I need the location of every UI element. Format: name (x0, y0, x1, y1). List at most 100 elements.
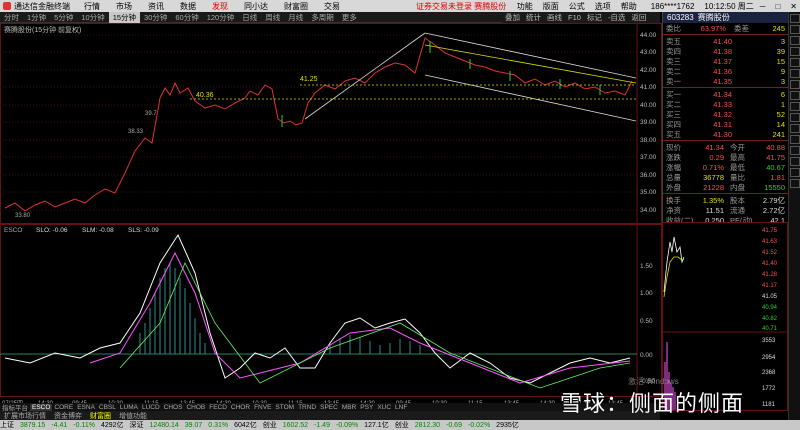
side-icon-9[interactable] (790, 102, 800, 111)
buy-row-4[interactable]: 买四 41.31 14 (663, 119, 788, 129)
period-15min[interactable]: 15分钟 (108, 11, 141, 23)
kline-chart[interactable]: 41.25 40.36 39.7 38.33 33.80 赛腾股份(15分钟 前… (0, 23, 662, 411)
menu-faxian[interactable]: 发现 (212, 1, 228, 12)
menu-caifuquan[interactable]: 财富圈 (284, 1, 308, 12)
side-icon-5[interactable] (790, 58, 800, 67)
tool-stats[interactable]: 统计 (523, 12, 544, 23)
buy-row-2[interactable]: 买二 41.33 1 (663, 99, 788, 109)
ind-tab-chob[interactable]: CHOB (184, 404, 207, 411)
svg-text:1181: 1181 (762, 402, 776, 408)
idx-sh-value: 3879.15 (20, 421, 46, 429)
ind-tab-xuc[interactable]: XUC (375, 404, 393, 411)
idx-cy-value: 1602.52 (282, 421, 309, 429)
menu-bangzhu[interactable]: 帮助 (621, 1, 637, 12)
status-bar: 上证 3879.15 -4.41 -0.11% 4292亿 深证 12480.1… (0, 420, 800, 430)
close-icon[interactable]: ✕ (790, 2, 797, 11)
ind-tab-chos[interactable]: CHOS (162, 404, 185, 411)
menu-jiaoyi[interactable]: 交易 (324, 1, 340, 12)
svg-text:2954: 2954 (762, 355, 776, 361)
intraday-mini-chart[interactable]: 41.75 41.63 41.52 41.40 41.28 41.17 41.05 40… (662, 222, 788, 411)
bottom-tab-ext[interactable]: 扩展市场行情 (0, 411, 50, 421)
menu-xuanxiang[interactable]: 选项 (595, 1, 611, 12)
sell-row-4[interactable]: 卖四 41.38 39 (663, 46, 788, 56)
login-status[interactable]: 证券交易未登录 赛腾股份 (416, 1, 506, 12)
tool-watchlist[interactable]: -自选 (605, 12, 629, 23)
label-40-36: 40.36 (196, 92, 214, 99)
period-day[interactable]: 日线 (238, 12, 261, 23)
period-1min[interactable]: 1分钟 (23, 12, 50, 23)
side-icon-6[interactable] (790, 69, 800, 78)
period-month[interactable]: 月线 (284, 12, 307, 23)
idx-cy2-chg: -0.69 (446, 421, 462, 429)
ind-tab-fnve[interactable]: FNVE (252, 404, 273, 411)
menu-banmian[interactable]: 版面 (543, 1, 559, 12)
period-120min[interactable]: 120分钟 (203, 12, 239, 23)
tool-overlay[interactable]: 叠加 (502, 12, 523, 23)
ind-tab-esna[interactable]: ESNA (75, 404, 97, 411)
side-icon-11[interactable] (790, 124, 800, 133)
side-icon-3[interactable] (790, 36, 800, 45)
sell-row-3[interactable]: 卖三 41.37 15 (663, 56, 788, 66)
bottom-tab-capital[interactable]: 资金博弈 (50, 411, 86, 421)
buy-row-1[interactable]: 买一 41.34 6 (663, 89, 788, 99)
sell-row-5[interactable]: 卖五 41.40 3 (663, 36, 788, 46)
sell-row-1[interactable]: 卖一 41.35 3 (663, 76, 788, 86)
ind-tab-trnd[interactable]: TRND (296, 404, 318, 411)
menu-hangqing[interactable]: 行情 (84, 1, 100, 12)
side-icon-7[interactable] (790, 80, 800, 89)
ind-tab-chor[interactable]: CHOR (229, 404, 252, 411)
menu-shuju[interactable]: 数据 (180, 1, 196, 12)
tool-f10[interactable]: F10 (565, 13, 584, 22)
svg-text:39.00: 39.00 (640, 119, 657, 126)
ind-tab-lnf[interactable]: LNF (393, 404, 409, 411)
ind-tab-spec[interactable]: SPEC (318, 404, 340, 411)
minimize-icon[interactable]: ─ (760, 2, 766, 11)
ind-tab-core[interactable]: CORE (52, 404, 75, 411)
bottom-tab-addon[interactable]: 增值功能 (115, 411, 151, 421)
side-icon-13[interactable] (790, 146, 800, 155)
side-icon-12[interactable] (790, 135, 800, 144)
side-icon-2[interactable] (790, 25, 800, 34)
period-60min[interactable]: 60分钟 (171, 12, 202, 23)
period-fenshi[interactable]: 分时 (0, 12, 23, 23)
side-icon-16[interactable] (790, 179, 800, 188)
side-icon-10[interactable] (790, 113, 800, 122)
period-more[interactable]: 更多 (338, 12, 361, 23)
ind-tab-psy[interactable]: PSY (358, 404, 375, 411)
side-icon-1[interactable] (790, 14, 800, 23)
ind-tab-mbr[interactable]: MBR (340, 404, 358, 411)
menu-gongshi[interactable]: 公式 (569, 1, 585, 12)
bottom-tab-wealth[interactable]: 财富圈 (86, 411, 115, 421)
idx-cy-chg: -1.49 (314, 421, 330, 429)
menu-zixun[interactable]: 资讯 (148, 1, 164, 12)
label-33-80: 33.80 (15, 213, 31, 219)
period-30min[interactable]: 30分钟 (140, 12, 171, 23)
tool-mark[interactable]: 标记 (584, 12, 605, 23)
ind-tab-cbsl[interactable]: CBSL (97, 404, 118, 411)
buy-row-3[interactable]: 买三 41.32 52 (663, 109, 788, 119)
ind-tab-fecd[interactable]: FECD (207, 404, 229, 411)
side-icon-14[interactable] (790, 157, 800, 166)
menu-gongneng[interactable]: 功能 (517, 1, 533, 12)
maximize-icon[interactable]: □ (775, 2, 780, 11)
sell-row-2[interactable]: 卖二 41.36 9 (663, 66, 788, 76)
idx-cy2-pct: -0.02% (467, 421, 491, 429)
menu-tongxiaoda[interactable]: 同小达 (244, 1, 268, 12)
side-icon-15[interactable] (790, 168, 800, 177)
svg-text:41.17: 41.17 (762, 283, 778, 289)
period-10min[interactable]: 10分钟 (77, 12, 108, 23)
period-5min[interactable]: 5分钟 (50, 12, 77, 23)
ind-tab-luma[interactable]: LUMA (118, 404, 140, 411)
ind-tab-lucd[interactable]: LUCD (140, 404, 162, 411)
svg-text:1772: 1772 (762, 386, 776, 392)
ind-tab-stom[interactable]: STOM (273, 404, 296, 411)
menu-shichang[interactable]: 市场 (116, 1, 132, 12)
period-multi[interactable]: 多周期 (307, 12, 338, 23)
ind-tab-esco[interactable]: ESCO (30, 403, 53, 411)
tool-draw[interactable]: 画线 (544, 12, 565, 23)
side-icon-8[interactable] (790, 91, 800, 100)
side-icon-4[interactable] (790, 47, 800, 56)
tool-back[interactable]: 返回 (628, 12, 649, 23)
period-week[interactable]: 周线 (261, 12, 284, 23)
buy-row-5[interactable]: 买五 41.30 241 (663, 129, 788, 139)
